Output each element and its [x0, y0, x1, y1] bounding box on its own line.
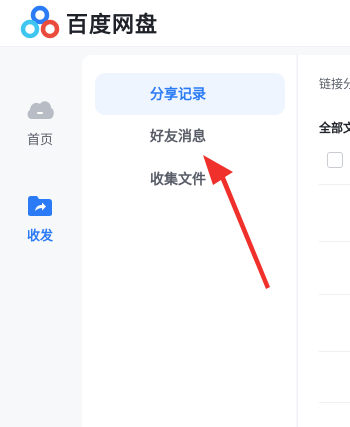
baidu-netdisk-window: 百度网盘 首页 收发 分享记录 好友消息 收集文件 链接 全部	[0, 0, 350, 427]
tab-collect-files[interactable]: 收集文件	[95, 158, 285, 200]
share-menu-panel: 分享记录 好友消息 收集文件	[82, 55, 296, 427]
share-folder-icon	[28, 196, 52, 216]
app-title: 百度网盘	[66, 13, 159, 38]
tab-share-records[interactable]: 分享记录	[95, 73, 285, 115]
cloud-icon	[27, 101, 54, 119]
sidebar-item-label: 首页	[26, 133, 53, 148]
row-divider	[319, 351, 350, 352]
app-header: 百度网盘	[0, 0, 350, 47]
row-divider	[319, 402, 350, 403]
select-all-checkbox[interactable]	[327, 152, 343, 168]
sidebar-item-share[interactable]: 收发	[0, 195, 80, 244]
baidu-netdisk-logo-icon	[20, 5, 60, 39]
left-sidebar: 首页 收发	[0, 47, 80, 427]
row-divider	[319, 241, 350, 242]
all-files-header[interactable]: 全部文	[319, 119, 350, 136]
link-share-header[interactable]: 链接分	[319, 75, 350, 92]
row-divider	[319, 294, 350, 295]
row-divider	[319, 184, 350, 185]
sidebar-item-home[interactable]: 首页	[0, 97, 80, 148]
share-records-content: 链接分 全部文	[297, 55, 350, 427]
sidebar-item-label: 收发	[26, 229, 53, 244]
tab-friend-messages[interactable]: 好友消息	[95, 115, 285, 157]
